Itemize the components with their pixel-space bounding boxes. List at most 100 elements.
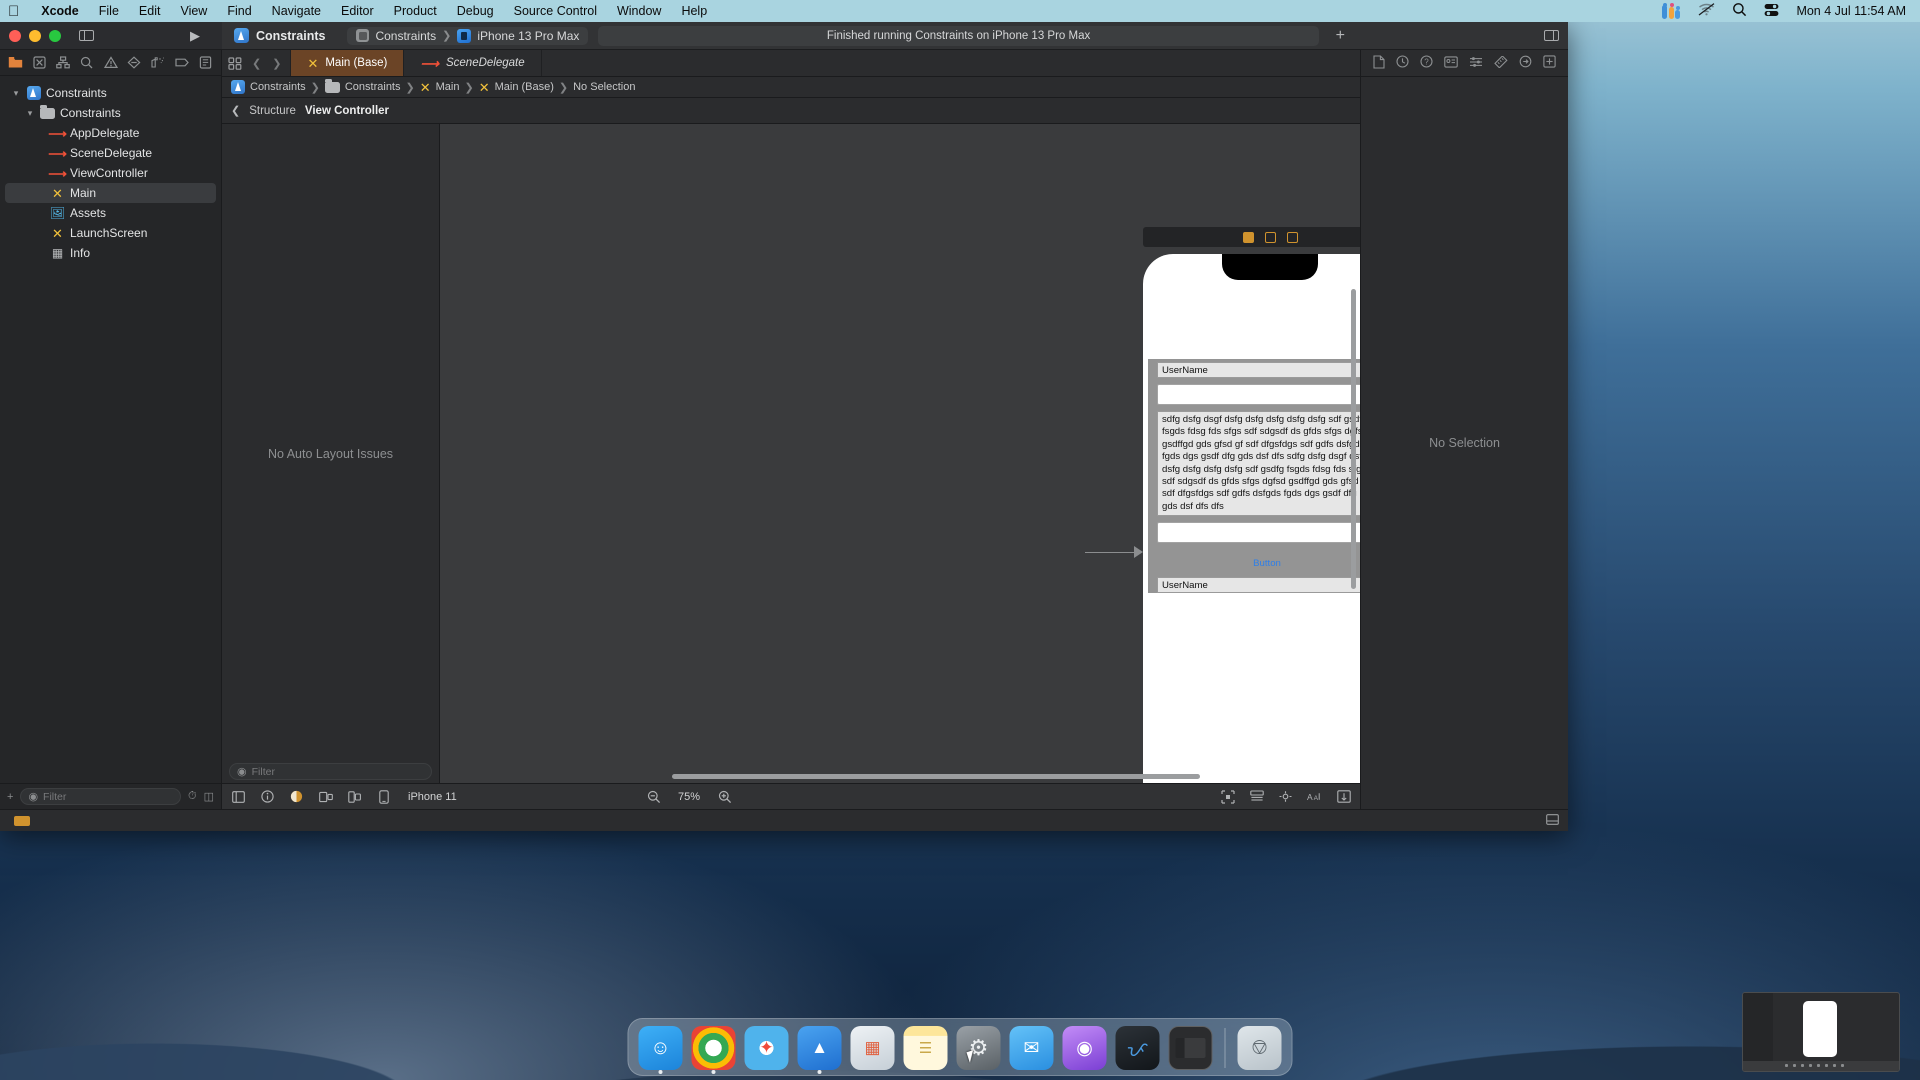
update-frames-icon[interactable]: AA xyxy=(1307,790,1322,804)
dock-item-notes[interactable]: ☰ xyxy=(903,1026,948,1070)
dock-item-chrome[interactable] xyxy=(691,1026,736,1074)
attributes-inspector-tab[interactable] xyxy=(1469,56,1483,71)
outline-back-button[interactable]: ❮ xyxy=(231,104,240,117)
control-center-icon[interactable] xyxy=(1764,3,1779,20)
device-icon[interactable] xyxy=(376,789,391,804)
console-toggle-icon[interactable] xyxy=(1546,813,1559,828)
breadcrumb-item-project[interactable]: Constraints xyxy=(250,81,306,93)
go-forward-button[interactable]: ❯ xyxy=(272,57,281,70)
menu-item-window[interactable]: Window xyxy=(607,4,671,18)
outline-back-label[interactable]: Structure xyxy=(249,105,296,117)
tree-row-main-storyboard[interactable]: ✕ Main xyxy=(5,183,216,203)
issue-navigator-tab[interactable] xyxy=(99,52,123,74)
source-control-navigator-tab[interactable] xyxy=(28,52,52,74)
menu-item-view[interactable]: View xyxy=(170,4,217,18)
dock-item-finder[interactable]: ☺ xyxy=(638,1026,683,1074)
tree-row-launchscreen[interactable]: ✕ LaunchScreen xyxy=(0,223,221,243)
identity-inspector-tab[interactable] xyxy=(1444,55,1458,71)
symbol-navigator-tab[interactable] xyxy=(51,52,75,74)
microphone-levels-icon[interactable] xyxy=(1661,3,1681,19)
pause-icon[interactable] xyxy=(1242,231,1254,243)
editor-tab-scenedelegate[interactable]: ⟶ SceneDelegate xyxy=(404,50,542,76)
embed-icon[interactable] xyxy=(1249,790,1264,804)
debug-navigator-tab[interactable] xyxy=(146,52,170,74)
breadcrumb-item-main-base[interactable]: Main (Base) xyxy=(495,81,554,93)
build-warning-badge[interactable] xyxy=(14,815,30,826)
dock-item-keynote[interactable]: ᜉ xyxy=(1115,1026,1160,1070)
canvas-horizontal-scrollbar[interactable] xyxy=(440,773,1360,780)
maximize-window-button[interactable] xyxy=(49,29,61,42)
size-inspector-tab[interactable] xyxy=(1494,54,1508,71)
dock-item-trash[interactable]: ⎊ xyxy=(1237,1026,1282,1070)
zoom-in-icon[interactable] xyxy=(717,790,732,804)
tree-row-viewcontroller[interactable]: ⟶ ViewController xyxy=(0,163,221,183)
menu-item-source-control[interactable]: Source Control xyxy=(504,4,607,18)
wifi-off-icon[interactable] xyxy=(1698,3,1715,19)
breadcrumb-item-selection[interactable]: No Selection xyxy=(573,81,635,93)
go-back-button[interactable]: ❮ xyxy=(252,57,261,70)
source-control-filter-icon[interactable]: ◫ xyxy=(204,790,214,803)
interface-builder-canvas[interactable]: UserName sdfg dsfg dsgf dsfg dsfg dsfg d… xyxy=(440,124,1360,783)
iphone-device-preview[interactable]: UserName sdfg dsfg dsgf dsfg dsfg dsfg d… xyxy=(1143,254,1360,783)
activity-status-bar[interactable]: Finished running Constraints on iPhone 1… xyxy=(598,25,1319,46)
toggle-navigator-icon[interactable] xyxy=(79,29,94,42)
menu-item-editor[interactable]: Editor xyxy=(331,4,384,18)
tree-row-info-plist[interactable]: ▦ Info xyxy=(0,243,221,263)
layers-icon[interactable] xyxy=(1286,231,1298,243)
dock-item-mail[interactable]: ✉ xyxy=(1009,1026,1054,1070)
menu-bar-clock[interactable]: Mon 4 Jul 11:54 AM xyxy=(1796,4,1906,18)
history-inspector-tab[interactable] xyxy=(1396,55,1409,71)
tree-row-appdelegate[interactable]: ⟶ AppDelegate xyxy=(0,123,221,143)
dock-item-xcode[interactable]: ▲ xyxy=(797,1026,842,1074)
menu-item-file[interactable]: File xyxy=(89,4,129,18)
breadcrumb-item-group[interactable]: Constraints xyxy=(345,81,401,93)
toggle-inspector-icon[interactable] xyxy=(1544,29,1559,42)
recent-files-icon[interactable]: ⏱ xyxy=(188,790,197,803)
menu-item-product[interactable]: Product xyxy=(384,4,447,18)
add-file-button[interactable]: + xyxy=(7,791,13,803)
minimize-window-button[interactable] xyxy=(29,29,41,42)
tree-row-group[interactable]: ▾ Constraints xyxy=(0,103,221,123)
breadcrumb-item-main[interactable]: Main xyxy=(436,81,460,93)
appearance-icon[interactable] xyxy=(289,790,304,804)
connections-inspector-tab[interactable] xyxy=(1519,55,1532,71)
zoom-out-icon[interactable] xyxy=(646,790,661,804)
disclosure-triangle-icon[interactable]: ▾ xyxy=(11,88,21,99)
minimized-window-preview[interactable] xyxy=(1742,992,1900,1072)
dock-item-settings[interactable]: ⚙ xyxy=(956,1026,1001,1070)
device-orientation-icon[interactable] xyxy=(347,790,362,804)
editor-tab-main-base[interactable]: ✕ Main (Base) xyxy=(291,50,405,76)
password-text-field[interactable] xyxy=(1157,522,1360,544)
add-editor-button[interactable]: + xyxy=(1329,27,1352,45)
library-inspector-tab[interactable] xyxy=(1543,55,1557,71)
tree-row-assets[interactable]: 🖼 Assets xyxy=(0,203,221,223)
breakpoint-navigator-tab[interactable] xyxy=(170,52,194,74)
quick-help-inspector-tab[interactable]: ? xyxy=(1420,55,1433,71)
add-constraints-icon[interactable] xyxy=(1336,790,1351,804)
dock-item-safari[interactable]: ✦ xyxy=(744,1026,789,1070)
test-navigator-tab[interactable] xyxy=(122,52,146,74)
find-navigator-tab[interactable] xyxy=(75,52,99,74)
cube-icon[interactable] xyxy=(1264,231,1276,243)
menu-item-xcode[interactable]: Xcode xyxy=(31,4,89,18)
view-as-icon[interactable] xyxy=(231,790,246,804)
align-icon[interactable] xyxy=(1220,789,1235,804)
username-text-field-top[interactable] xyxy=(1157,384,1360,405)
dock-item-launchpad[interactable]: ▦ xyxy=(850,1026,895,1070)
dock-item-minimized-window[interactable] xyxy=(1168,1026,1213,1070)
file-inspector-tab[interactable] xyxy=(1373,54,1385,72)
apple-logo-icon[interactable]:  xyxy=(8,4,19,19)
menu-item-help[interactable]: Help xyxy=(671,4,717,18)
report-navigator-tab[interactable] xyxy=(193,52,217,74)
canvas-device-label[interactable]: iPhone 11 xyxy=(408,791,457,803)
scroll-view-content[interactable]: UserName sdfg dsfg dsgf dsfg dsfg dsfg d… xyxy=(1148,359,1360,594)
disclosure-triangle-icon[interactable]: ▾ xyxy=(25,108,35,119)
dock-item-podcasts[interactable]: ◉ xyxy=(1062,1026,1107,1070)
run-play-icon[interactable]: ▶ xyxy=(190,28,200,44)
tree-row-scenedelegate[interactable]: ⟶ SceneDelegate xyxy=(0,143,221,163)
submit-button-row[interactable]: Button xyxy=(1148,549,1360,574)
outline-filter-field[interactable]: ◉ Filter xyxy=(229,763,432,780)
project-navigator-tab[interactable] xyxy=(4,52,28,74)
resolve-issues-icon[interactable] xyxy=(1278,790,1293,804)
menu-item-debug[interactable]: Debug xyxy=(447,4,504,18)
